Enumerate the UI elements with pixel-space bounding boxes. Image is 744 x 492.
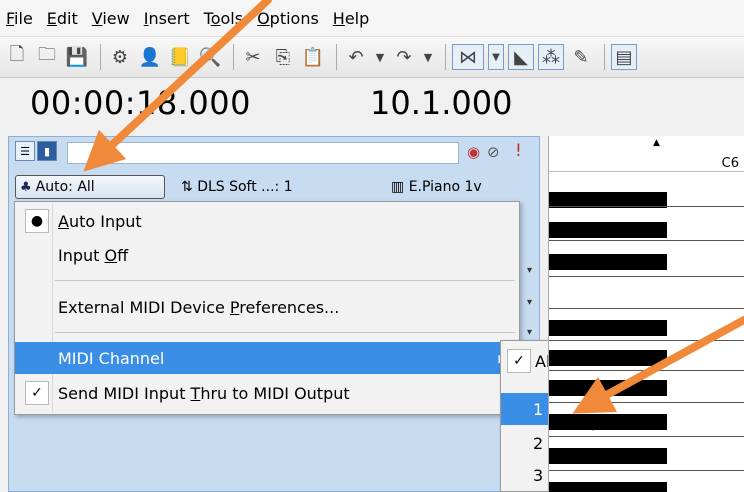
instrument-icon: ▥ xyxy=(391,179,409,195)
input-select-button[interactable]: ♣ Auto: All xyxy=(15,175,165,199)
track-number-icon[interactable]: ▮ xyxy=(37,141,57,161)
paste-icon[interactable]: 📋 xyxy=(300,44,326,70)
input-context-menu: ● Auto Input Input Off External MIDI Dev… xyxy=(14,201,520,415)
menu-item-input-off[interactable]: Input Off xyxy=(15,240,519,270)
open-folder-icon[interactable]: 🗀 xyxy=(34,44,60,70)
snap-dropdown-icon[interactable]: ▼ xyxy=(488,44,504,70)
undo-icon[interactable]: ↶ xyxy=(343,44,369,70)
menu-file[interactable]: File xyxy=(6,9,33,28)
white-key-border xyxy=(549,436,744,437)
menu-item-midi-channel[interactable]: MIDI Channel ▶ xyxy=(15,342,519,374)
menu-separator xyxy=(55,280,515,281)
time-display[interactable]: 00:00:18.000 xyxy=(30,84,251,122)
notepad-icon[interactable]: 📒 xyxy=(167,44,193,70)
output-icon: ⇅ xyxy=(181,179,198,195)
new-file-icon[interactable]: 🗋 xyxy=(4,44,30,70)
toolbar-separator xyxy=(445,44,446,70)
black-key[interactable] xyxy=(549,254,667,270)
checkmark-icon: ✓ xyxy=(507,349,531,373)
transport-display: 00:00:18.000 10.1.000 xyxy=(0,78,744,134)
track-header: ☰ ▮ ◉ ⊘ ! xyxy=(9,137,539,167)
menu-item-external-midi-prefs[interactable]: External MIDI Device Preferences... xyxy=(15,292,519,322)
menu-bar: File Edit View Insert Tools Options Help xyxy=(0,0,744,36)
menu-item-auto-input[interactable]: ● Auto Input xyxy=(15,206,519,236)
black-key[interactable] xyxy=(549,320,667,336)
velocity-icon[interactable]: ◣ xyxy=(508,44,534,70)
track-io-row: ♣ Auto: All ⇅ DLS Soft ...: 1 ▥ E.Piano … xyxy=(9,173,539,201)
toolbar: 🗋 🗀 💾 ⚙ 👤 📒 🔍 ✂ ⎘ 📋 ↶ ▼ ↷ ▼ ⋈ ▼ ◣ ⁂ ✎ ▤ xyxy=(0,36,744,78)
magnifier-icon[interactable]: 🔍 xyxy=(197,44,223,70)
hidden-control-arrow[interactable]: ▾ xyxy=(527,297,532,308)
menu-edit[interactable]: Edit xyxy=(47,9,78,28)
piano-ruler: ▲ C6 xyxy=(549,136,744,172)
cut-icon[interactable]: ✂ xyxy=(240,44,266,70)
menu-tools[interactable]: Tools xyxy=(204,9,243,28)
view-icon[interactable]: ▤ xyxy=(611,44,637,70)
white-key-border xyxy=(549,370,744,371)
snap-icon[interactable]: ⋈ xyxy=(452,44,484,70)
measure-display[interactable]: 10.1.000 xyxy=(370,84,513,122)
instrument-select[interactable]: ▥ E.Piano 1v xyxy=(391,179,482,195)
caret-up-icon: ▲ xyxy=(653,138,660,148)
output-select[interactable]: ⇅ DLS Soft ...: 1 xyxy=(181,179,293,195)
menu-insert[interactable]: Insert xyxy=(144,9,190,28)
white-key-border xyxy=(549,340,744,341)
undo-dropdown-icon[interactable]: ▼ xyxy=(373,44,387,70)
white-key-border xyxy=(549,402,744,403)
record-arm-icon[interactable]: ◉ xyxy=(467,143,480,161)
white-key-border xyxy=(549,308,744,309)
mute-icon[interactable]: ⊘ xyxy=(487,143,500,161)
warning-icon[interactable]: ! xyxy=(515,141,522,161)
hidden-control-arrow[interactable]: ▾ xyxy=(527,327,532,338)
redo-dropdown-icon[interactable]: ▼ xyxy=(421,44,435,70)
white-key-border xyxy=(549,206,744,207)
hidden-control-arrow[interactable]: ▾ xyxy=(527,265,532,276)
checkmark-icon: ✓ xyxy=(25,381,49,405)
metronome-icon[interactable]: ⚙ xyxy=(107,44,133,70)
black-key[interactable] xyxy=(549,482,667,492)
note-label: C6 xyxy=(721,156,739,171)
menu-options[interactable]: Options xyxy=(257,9,319,28)
menu-separator xyxy=(55,332,515,333)
menu-view[interactable]: View xyxy=(92,9,130,28)
input-select-label: Auto: All xyxy=(35,179,95,195)
toolbar-separator xyxy=(604,44,605,70)
track-name-input[interactable] xyxy=(67,142,459,164)
track-list-icon[interactable]: ☰ xyxy=(15,141,35,161)
toolbar-separator xyxy=(233,44,234,70)
menu-item-send-midi-thru[interactable]: ✓ Send MIDI Input Thru to MIDI Output xyxy=(15,378,519,408)
white-key-border xyxy=(549,276,744,277)
black-key[interactable] xyxy=(549,380,667,396)
midi-input-icon: ♣ xyxy=(20,179,32,195)
brush-icon[interactable]: ✎ xyxy=(568,44,594,70)
piano-keyboard: ▲ C6 xyxy=(548,136,744,492)
pattern-icon[interactable]: ⁂ xyxy=(538,44,564,70)
black-key[interactable] xyxy=(549,222,667,238)
save-icon[interactable]: 💾 xyxy=(64,44,90,70)
menu-help[interactable]: Help xyxy=(333,9,369,28)
white-key-border xyxy=(549,470,744,471)
copy-icon[interactable]: ⎘ xyxy=(270,44,296,70)
mouse-pointer-icon: ↖ xyxy=(580,412,597,436)
redo-icon[interactable]: ↷ xyxy=(391,44,417,70)
toolbar-separator xyxy=(336,44,337,70)
black-key[interactable] xyxy=(549,350,667,366)
user-icon[interactable]: 👤 xyxy=(137,44,163,70)
black-key[interactable] xyxy=(549,414,667,430)
radio-bullet-icon: ● xyxy=(25,209,49,233)
toolbar-separator xyxy=(100,44,101,70)
black-key[interactable] xyxy=(549,448,667,464)
white-key-border xyxy=(549,240,744,241)
